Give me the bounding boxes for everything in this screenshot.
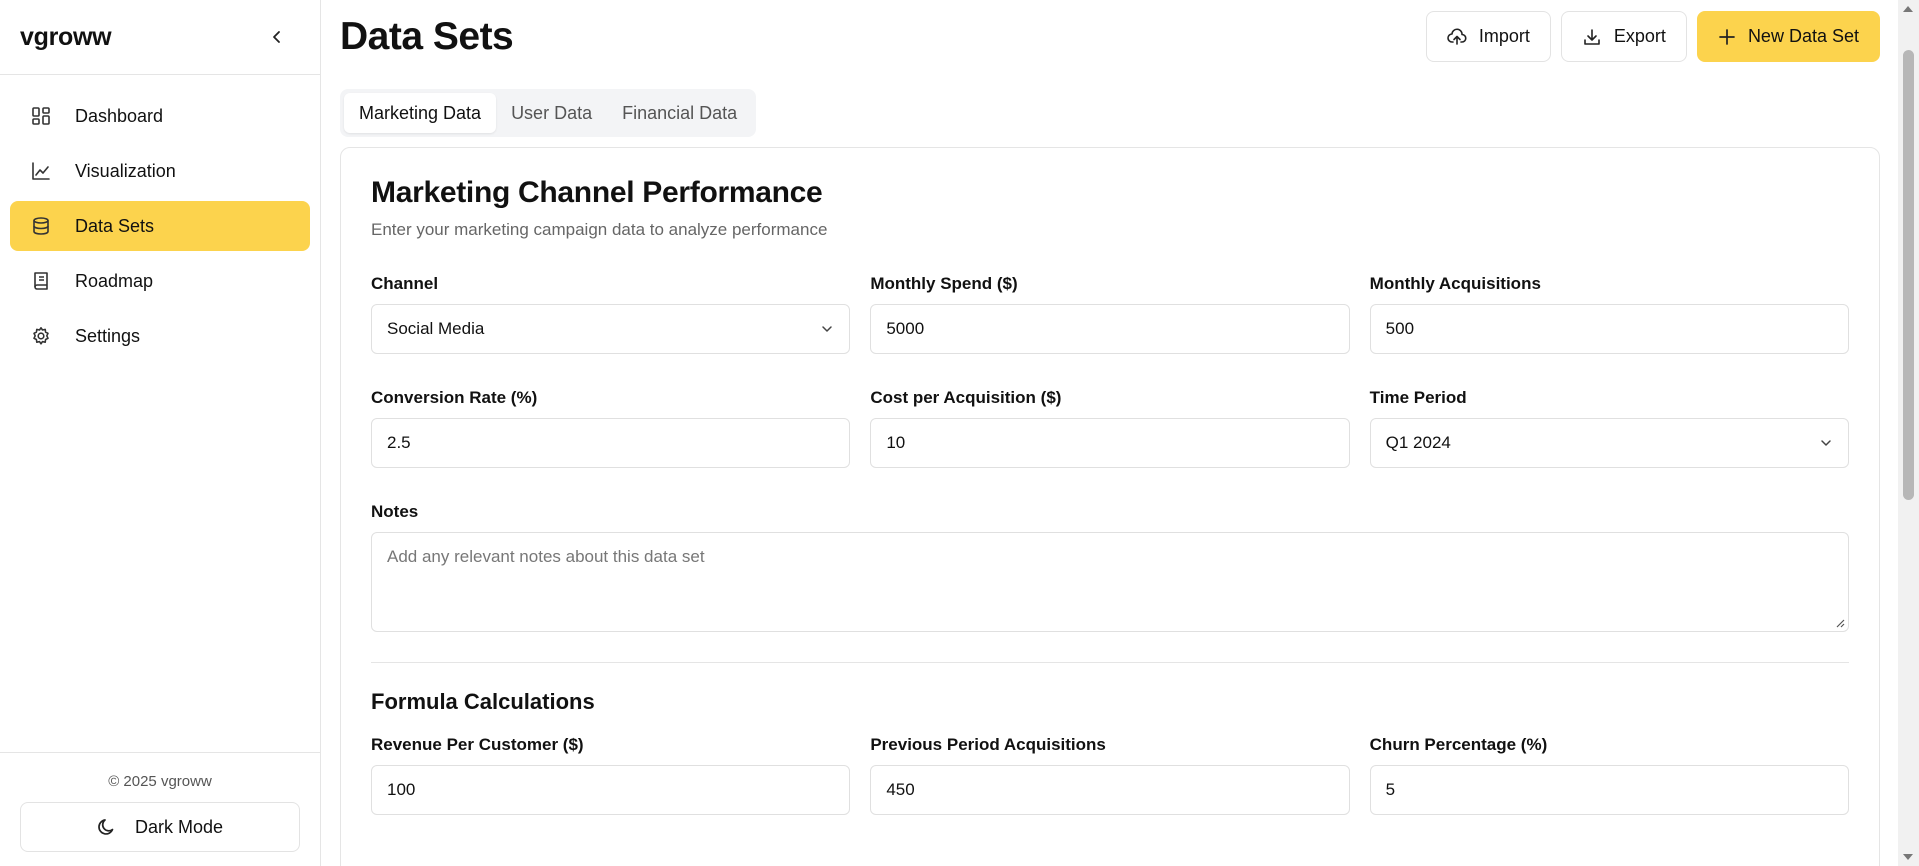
sidebar-item-data-sets[interactable]: Data Sets — [10, 201, 310, 251]
sidebar-item-label: Data Sets — [75, 215, 155, 236]
brand-row: vgroww — [0, 0, 320, 75]
time-period-field: Time Period Q1 2024 — [1369, 388, 1849, 468]
card-title: Marketing Channel Performance — [371, 176, 823, 209]
sidebar-footer: © 2025 vgroww Dark Mode — [0, 752, 320, 866]
churn-label: Churn Percentage (%) — [1369, 735, 1548, 754]
monthly-acquisitions-input[interactable]: 500 — [1369, 304, 1849, 354]
page-title: Data Sets — [340, 14, 514, 58]
notes-placeholder: Add any relevant notes about this data s… — [387, 547, 705, 566]
time-period-label: Time Period — [1369, 388, 1467, 407]
revenue-per-customer-field: Revenue Per Customer ($) 100 — [371, 735, 851, 815]
notes-field: Notes Add any relevant notes about this … — [371, 502, 1849, 632]
section-divider — [371, 662, 1849, 663]
sidebar-item-dashboard[interactable]: Dashboard — [10, 91, 310, 141]
conversion-rate-field: Conversion Rate (%) 2.5 — [371, 388, 851, 468]
dashboard-icon — [30, 105, 52, 127]
marketing-card: Marketing Channel Performance Enter your… — [340, 147, 1880, 866]
formula-grid: Revenue Per Customer ($) 100 Previous Pe… — [371, 715, 1849, 815]
monthly-spend-field: Monthly Spend ($) 5000 — [870, 274, 1350, 354]
brand-logo: vgroww — [20, 22, 112, 51]
monthly-acquisitions-label: Monthly Acquisitions — [1369, 274, 1541, 293]
database-icon — [30, 215, 52, 237]
moon-icon — [97, 817, 117, 837]
monthly-spend-label: Monthly Spend ($) — [870, 274, 1018, 293]
card-subtitle: Enter your marketing campaign data to an… — [371, 220, 828, 239]
revenue-per-customer-label: Revenue Per Customer ($) — [371, 735, 584, 754]
header-actions: Import Export New Data Set — [1425, 11, 1880, 62]
tab-list: Marketing Data User Data Financial Data — [340, 89, 757, 137]
revenue-per-customer-input[interactable]: 100 — [371, 765, 851, 815]
main-content: Data Sets Import Export New Data Set Mar… — [322, 0, 1898, 866]
tab-user-data[interactable]: User Data — [496, 93, 607, 133]
book-icon — [30, 270, 52, 292]
import-label: Import — [1478, 26, 1530, 46]
collapse-sidebar-button[interactable] — [262, 22, 292, 52]
download-icon — [1582, 27, 1602, 47]
chevron-down-icon — [822, 326, 833, 332]
sidebar-nav: Dashboard Visualization Data Sets Roadma… — [0, 75, 320, 382]
time-period-value: Q1 2024 — [1385, 433, 1451, 452]
import-button[interactable]: Import — [1425, 11, 1551, 62]
sidebar-item-visualization[interactable]: Visualization — [10, 146, 310, 196]
sidebar-item-label: Roadmap — [75, 270, 154, 291]
sidebar-item-roadmap[interactable]: Roadmap — [10, 256, 310, 306]
sidebar: vgroww Dashboard Visualization Data Sets — [0, 0, 321, 866]
topbar: Data Sets Import Export New Data Set — [340, 0, 1880, 73]
cpa-input[interactable]: 10 — [870, 418, 1350, 468]
channel-select[interactable]: Social Media — [371, 304, 851, 354]
plus-icon — [1718, 28, 1736, 46]
sidebar-item-label: Dashboard — [75, 105, 164, 126]
upload-cloud-icon — [1447, 27, 1467, 47]
churn-input[interactable]: 5 — [1369, 765, 1849, 815]
channel-label: Channel — [371, 274, 439, 293]
scroll-thumb[interactable] — [1903, 50, 1914, 500]
copyright-text: © 2025 vgroww — [108, 773, 212, 790]
cpa-field: Cost per Acquisition ($) 10 — [870, 388, 1350, 468]
export-label: Export — [1613, 26, 1666, 46]
channel-field: Channel Social Media — [371, 274, 851, 354]
conversion-rate-input[interactable]: 2.5 — [371, 418, 851, 468]
monthly-acquisitions-field: Monthly Acquisitions 500 — [1369, 274, 1849, 354]
chevron-left-icon — [273, 31, 280, 43]
previous-acquisitions-label: Previous Period Acquisitions — [870, 735, 1106, 754]
channel-value: Social Media — [387, 319, 485, 338]
formula-section: Formula Calculations Revenue Per Custome… — [371, 689, 1849, 815]
gear-icon — [30, 325, 52, 347]
chevron-down-icon — [1821, 440, 1831, 446]
new-data-set-label: New Data Set — [1747, 26, 1859, 46]
dark-mode-label: Dark Mode — [134, 816, 224, 837]
previous-acquisitions-field: Previous Period Acquisitions 450 — [870, 735, 1350, 815]
scroll-down-arrow[interactable] — [1903, 854, 1913, 860]
export-button[interactable]: Export — [1560, 11, 1687, 62]
sidebar-item-label: Settings — [75, 325, 141, 346]
scroll-up-arrow[interactable] — [1903, 6, 1913, 12]
new-data-set-button[interactable]: New Data Set — [1696, 11, 1880, 62]
dark-mode-button[interactable]: Dark Mode — [20, 802, 300, 852]
formula-title: Formula Calculations — [371, 689, 595, 714]
resize-handle-icon[interactable] — [1835, 618, 1845, 628]
notes-label: Notes — [371, 502, 419, 521]
notes-textarea[interactable]: Add any relevant notes about this data s… — [371, 532, 1849, 632]
page-scrollbar[interactable] — [1898, 0, 1919, 866]
cpa-label: Cost per Acquisition ($) — [870, 388, 1062, 407]
sidebar-item-label: Visualization — [75, 160, 176, 181]
previous-acquisitions-input[interactable]: 450 — [870, 765, 1350, 815]
monthly-spend-input[interactable]: 5000 — [870, 304, 1350, 354]
form-grid: Channel Social Media Monthly Spend ($) 5… — [371, 240, 1849, 468]
tab-marketing-data[interactable]: Marketing Data — [344, 93, 497, 133]
sidebar-item-settings[interactable]: Settings — [10, 311, 310, 361]
tab-financial-data[interactable]: Financial Data — [607, 93, 752, 133]
time-period-select[interactable]: Q1 2024 — [1369, 418, 1849, 468]
chart-line-icon — [30, 160, 52, 182]
churn-field: Churn Percentage (%) 5 — [1369, 735, 1849, 815]
conversion-rate-label: Conversion Rate (%) — [371, 388, 538, 407]
